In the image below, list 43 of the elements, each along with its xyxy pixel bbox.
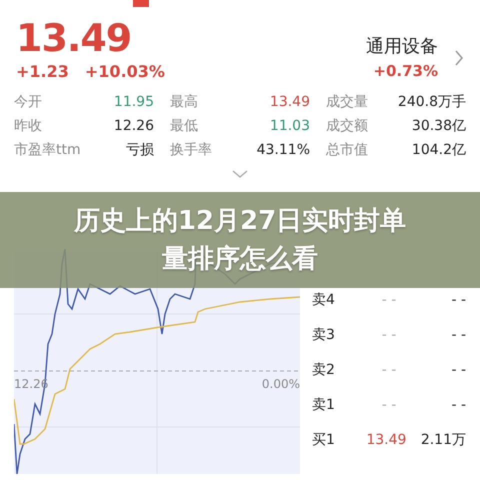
percent-change: +10.03% <box>84 61 165 83</box>
stat-label: 总市值 <box>326 141 368 160</box>
price-change: +1.23 <box>16 61 69 83</box>
stat-value: 240.8万手 <box>398 93 466 112</box>
order-price: - - <box>380 291 398 310</box>
order-volume: - - <box>450 361 466 380</box>
stat-label: 最高 <box>170 93 198 112</box>
stat-value: 104.2亿 <box>412 141 466 160</box>
status-icon <box>133 0 149 7</box>
order-level: 卖1 <box>312 396 336 415</box>
chevron-down-icon[interactable] <box>232 170 248 178</box>
stat-label: 最低 <box>170 117 198 136</box>
stock-price: 13.49 <box>16 16 132 60</box>
stat-value: 11.03 <box>270 117 310 136</box>
order-price: - - <box>380 361 398 380</box>
sector-name[interactable]: 通用设备 <box>366 33 438 60</box>
stat-label: 昨收 <box>14 117 42 136</box>
order-level: 卖2 <box>312 361 336 380</box>
order-volume: - - <box>450 326 466 345</box>
order-level: 买1 <box>312 431 336 450</box>
stat-value: 13.49 <box>270 93 310 112</box>
stat-value: 11.95 <box>114 93 154 112</box>
order-level: 卖3 <box>312 326 336 345</box>
stat-label: 成交额 <box>326 117 368 136</box>
stat-label: 市盈率ttm <box>14 141 81 160</box>
order-volume: - - <box>450 291 466 310</box>
axis-label: 0.00% <box>262 376 300 393</box>
stat-label: 成交量 <box>326 93 368 112</box>
banner-title: 历史上的12月27日实时封单量排序怎么看 <box>72 205 408 276</box>
order-volume: - - <box>450 396 466 415</box>
stat-value: 12.26 <box>114 117 154 136</box>
sector-change: +0.73% <box>372 61 438 82</box>
stat-label: 今开 <box>14 93 42 112</box>
chevron-right-icon[interactable] <box>454 49 464 67</box>
stat-value: 30.38亿 <box>412 117 466 136</box>
stat-value: 亏损 <box>126 141 154 160</box>
stat-label: 换手率 <box>170 141 212 160</box>
order-price: - - <box>380 396 398 415</box>
order-price: 13.49 <box>366 431 406 450</box>
order-level: 卖4 <box>312 291 336 310</box>
stat-value: 43.11% <box>256 141 310 160</box>
order-volume: 2.11万 <box>420 431 466 450</box>
order-price: - - <box>380 326 398 345</box>
